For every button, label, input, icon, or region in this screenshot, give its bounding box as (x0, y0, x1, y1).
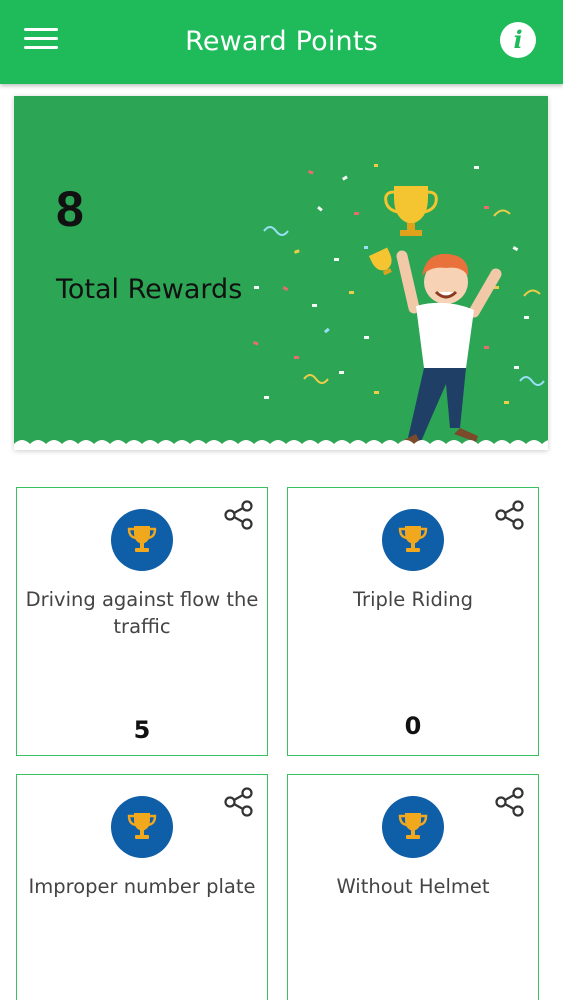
trophy-icon (382, 796, 444, 858)
reward-card[interactable]: Triple Riding 0 (287, 487, 539, 756)
trophy-icon (111, 509, 173, 571)
held-trophy (384, 186, 438, 236)
reward-card[interactable]: Without Helmet (287, 774, 539, 1000)
scalloped-edge (14, 440, 548, 450)
share-icon[interactable] (223, 500, 255, 530)
info-icon[interactable]: i (500, 22, 536, 58)
celebrating-person-illustration (252, 164, 545, 448)
share-icon[interactable] (223, 787, 255, 817)
reward-title: Triple Riding (353, 588, 473, 611)
reward-count: 5 (133, 716, 151, 744)
small-trophy (369, 247, 392, 276)
total-rewards-label: Total Rewards (56, 274, 243, 305)
reward-title: Improper number plate (28, 875, 256, 898)
trophy-icon (382, 509, 444, 571)
total-rewards-banner: 8 Total Rewards (14, 96, 548, 450)
share-icon[interactable] (494, 787, 526, 817)
reward-card[interactable]: Driving against flow the traffic 5 (16, 487, 268, 756)
reward-card[interactable]: Improper number plate (16, 774, 268, 1000)
app-bar: Reward Points i (0, 0, 563, 84)
share-icon[interactable] (494, 500, 526, 530)
trophy-icon (111, 796, 173, 858)
reward-title: Driving against flow the traffic (25, 588, 259, 638)
page-title: Reward Points (185, 26, 378, 57)
reward-count: 0 (404, 712, 422, 740)
reward-title: Without Helmet (336, 875, 490, 898)
total-rewards-value: 8 (56, 181, 84, 237)
